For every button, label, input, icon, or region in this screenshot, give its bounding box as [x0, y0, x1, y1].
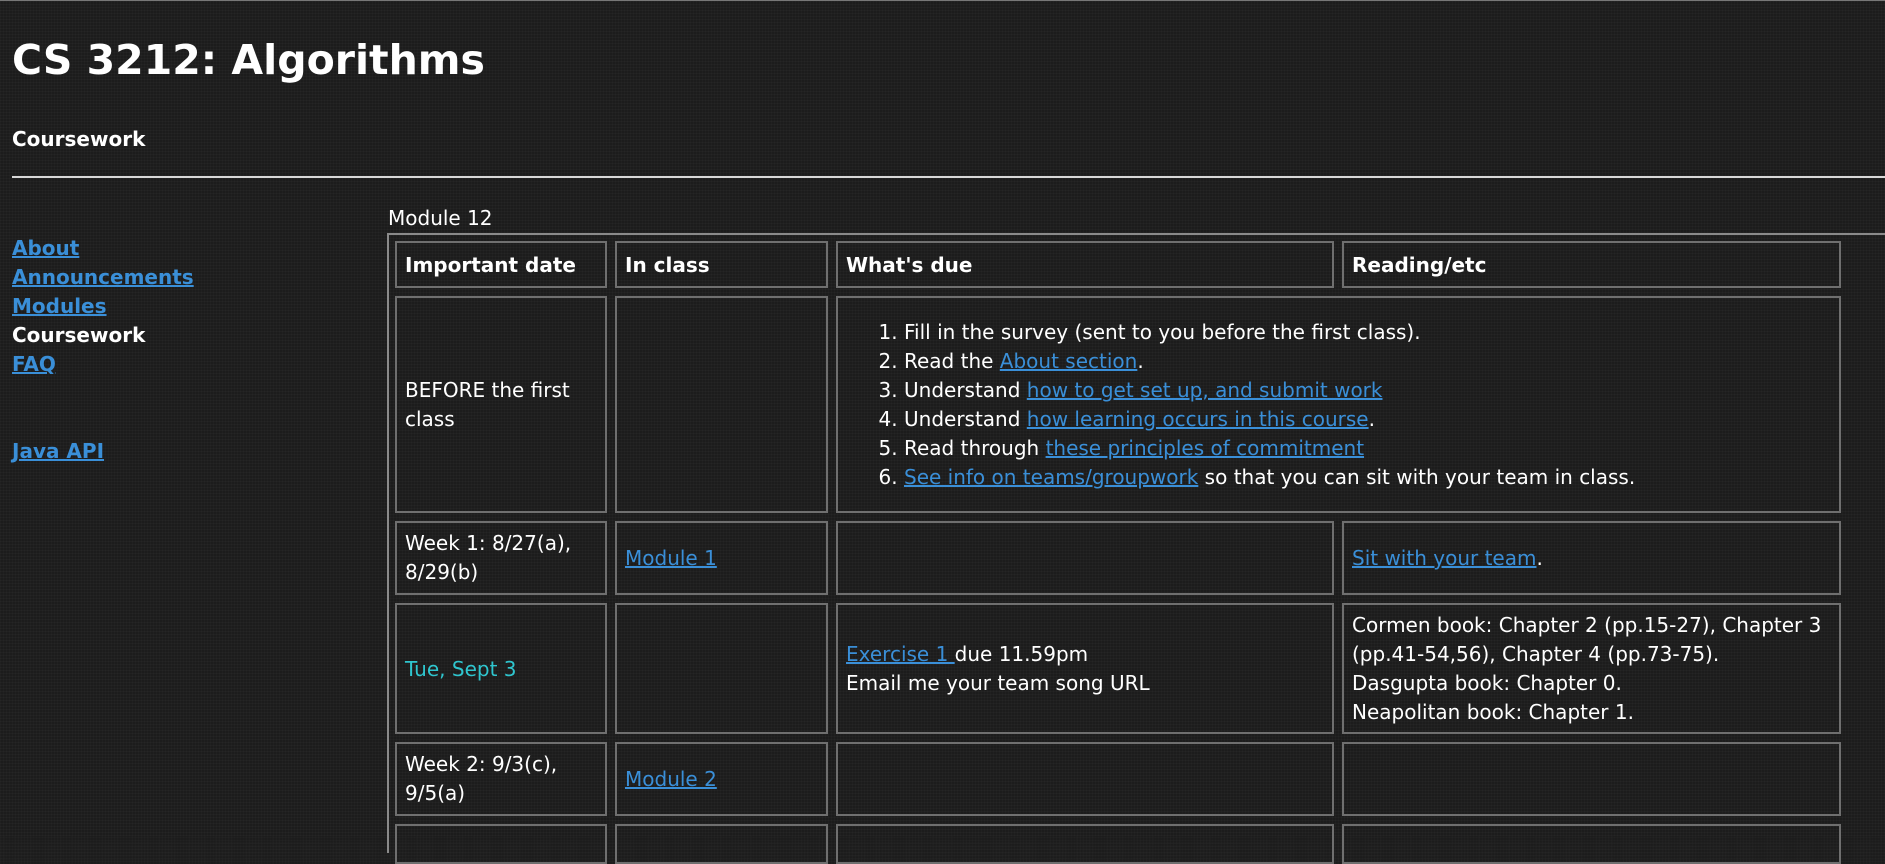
- sidebar-item-modules[interactable]: Modules: [12, 292, 372, 321]
- list-item: Understand how to get set up, and submit…: [904, 376, 1831, 405]
- learning-link[interactable]: how learning occurs in this course: [1027, 407, 1369, 431]
- date-text: Week 2: 9/3(c), 9/5(a): [405, 752, 558, 805]
- exercise-1-link[interactable]: Exercise 1: [846, 642, 955, 666]
- reading-cell: [1342, 742, 1841, 816]
- date-cell: Tue, Sept 3: [395, 603, 607, 734]
- table-header-row: Important date In class What's due Readi…: [395, 241, 1841, 288]
- sidebar-item-faq[interactable]: FAQ: [12, 350, 372, 379]
- list-item: Read the About section.: [904, 347, 1831, 376]
- in-class-cell: [615, 603, 828, 734]
- sit-with-team-link[interactable]: Sit with your team: [1352, 546, 1536, 570]
- header-whats-due: What's due: [836, 241, 1334, 288]
- table-row: [395, 824, 1841, 864]
- table-row: BEFORE the first class Fill in the surve…: [395, 296, 1841, 513]
- due-cell: Exercise 1 due 11.59pm Email me your tea…: [836, 603, 1334, 734]
- due-cell: Fill in the survey (sent to you before t…: [836, 296, 1841, 513]
- date-text: Week 1: 8/27(a), 8/29(b): [405, 531, 572, 584]
- due-cell: [836, 521, 1334, 595]
- reading-cell: [1342, 824, 1841, 864]
- pre-class-todo-list: Fill in the survey (sent to you before t…: [846, 318, 1831, 492]
- date-cell: [395, 824, 607, 864]
- header-important-date: Important date: [395, 241, 607, 288]
- site-title: CS 3212: Algorithms: [12, 36, 485, 84]
- module-2-link[interactable]: Module 2: [625, 767, 717, 791]
- header-divider: [12, 176, 1885, 178]
- sidebar-item-announcements[interactable]: Announcements: [12, 263, 372, 292]
- due-cell: [836, 824, 1334, 864]
- reading-cell: Sit with your team.: [1342, 521, 1841, 595]
- schedule-table: Important date In class What's due Readi…: [387, 241, 1849, 864]
- table-row: Tue, Sept 3 Exercise 1 due 11.59pm Email…: [395, 603, 1841, 734]
- header-reading: Reading/etc: [1342, 241, 1841, 288]
- in-class-cell: [615, 824, 828, 864]
- date-text: BEFORE the first class: [405, 377, 570, 431]
- top-border: [0, 0, 1885, 1]
- in-class-cell: [615, 296, 828, 513]
- sidebar-item-about[interactable]: About: [12, 234, 372, 263]
- sidebar-item-coursework: Coursework: [12, 323, 146, 347]
- module-1-link[interactable]: Module 1: [625, 546, 717, 570]
- module-caption: Module 12: [388, 206, 493, 230]
- about-section-link[interactable]: About section: [1000, 349, 1138, 373]
- table-row: Week 2: 9/3(c), 9/5(a) Module 2: [395, 742, 1841, 816]
- date-cell: BEFORE the first class: [395, 296, 607, 513]
- due-cell: [836, 742, 1334, 816]
- date-cell: Week 1: 8/27(a), 8/29(b): [395, 521, 607, 595]
- setup-submit-link[interactable]: how to get set up, and submit work: [1027, 378, 1383, 402]
- date-cell: Week 2: 9/3(c), 9/5(a): [395, 742, 607, 816]
- page-subtitle: Coursework: [12, 127, 146, 151]
- in-class-cell: Module 2: [615, 742, 828, 816]
- list-item: See info on teams/groupwork so that you …: [904, 463, 1831, 492]
- list-item: Fill in the survey (sent to you before t…: [904, 318, 1831, 347]
- sidebar-item-java-api[interactable]: Java API: [12, 437, 372, 466]
- table-row: Week 1: 8/27(a), 8/29(b) Module 1 Sit wi…: [395, 521, 1841, 595]
- sidebar-nav: About Announcements Modules Coursework F…: [12, 234, 372, 466]
- deadline-date: Tue, Sept 3: [405, 656, 517, 681]
- list-item: Read through these principles of commitm…: [904, 434, 1831, 463]
- in-class-cell: Module 1: [615, 521, 828, 595]
- list-item: Understand how learning occurs in this c…: [904, 405, 1831, 434]
- teams-info-link[interactable]: See info on teams/groupwork: [904, 465, 1198, 489]
- header-in-class: In class: [615, 241, 828, 288]
- commitment-principles-link[interactable]: these principles of commitment: [1046, 436, 1364, 460]
- reading-cell: Cormen book: Chapter 2 (pp.15-27), Chapt…: [1342, 603, 1841, 734]
